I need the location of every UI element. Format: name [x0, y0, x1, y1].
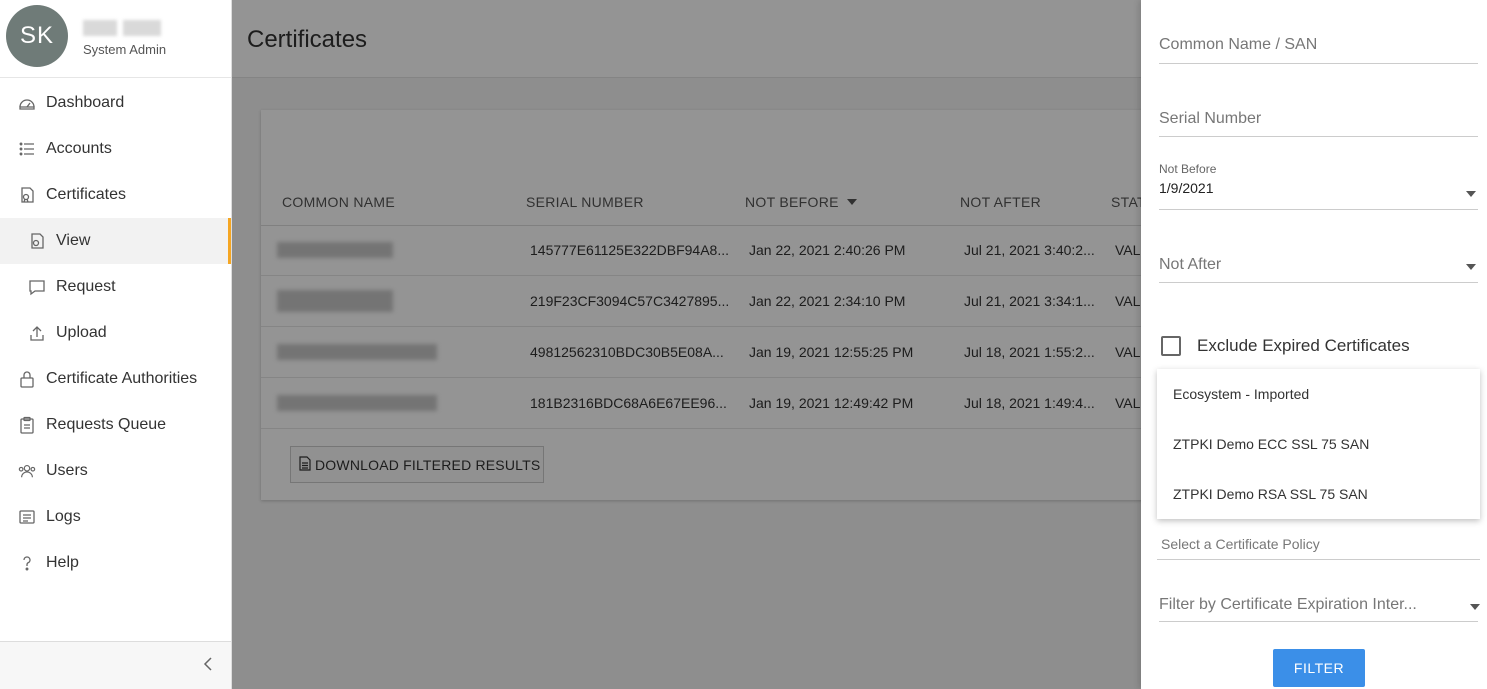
expiration-interval-placeholder: Filter by Certificate Expiration Inter..… [1159, 596, 1417, 613]
sidebar-item-requests-queue[interactable]: Requests Queue [0, 402, 231, 448]
policy-option[interactable]: ZTPKI Demo RSA SSL 75 SAN [1157, 469, 1480, 519]
policy-option[interactable]: Ecosystem - Imported [1157, 369, 1480, 419]
sidebar-item-label: View [56, 232, 91, 249]
sidebar-item-users[interactable]: Users [0, 448, 231, 494]
sidebar-item-label: Upload [56, 324, 107, 341]
user-name-redacted [83, 20, 171, 38]
policy-option[interactable]: ZTPKI Demo ECC SSL 75 SAN [1157, 419, 1480, 469]
sidebar-item-label: Accounts [46, 140, 112, 157]
sidebar-item-accounts[interactable]: Accounts [0, 126, 231, 172]
not-before-label: Not Before [1159, 162, 1217, 176]
policy-dropdown-menu: Ecosystem - Imported ZTPKI Demo ECC SSL … [1157, 369, 1480, 519]
lock-icon [18, 370, 36, 388]
not-after-field[interactable]: Not After [1159, 256, 1478, 283]
sidebar-item-label: Users [46, 462, 88, 479]
users-icon [18, 462, 36, 480]
chat-bubble-icon [28, 278, 46, 296]
clipboard-icon [18, 416, 36, 434]
caret-down-icon [1470, 604, 1480, 610]
not-after-placeholder: Not After [1159, 256, 1222, 273]
filter-button[interactable]: FILTER [1273, 649, 1365, 687]
sidebar-item-upload[interactable]: Upload [0, 310, 231, 356]
sidebar-item-view[interactable]: View [0, 218, 231, 264]
chevron-left-icon [203, 656, 213, 677]
sidebar-item-label: Request [56, 278, 116, 295]
logs-icon [18, 508, 36, 526]
exclude-expired-label: Exclude Expired Certificates [1197, 336, 1410, 355]
expiration-interval-select[interactable]: Filter by Certificate Expiration Inter..… [1159, 596, 1480, 622]
sidebar: SK System Admin Dashboard Accounts Certi… [0, 0, 232, 689]
user-role: System Admin [83, 42, 167, 57]
common-name-field[interactable]: Common Name / SAN [1159, 36, 1478, 64]
certificate-policy-input[interactable] [1157, 528, 1480, 560]
sidebar-item-request[interactable]: Request [0, 264, 231, 310]
sidebar-item-label: Certificate Authorities [46, 370, 198, 387]
not-before-value: 1/9/2021 [1159, 180, 1214, 196]
sidebar-item-certificates[interactable]: Certificates [0, 172, 231, 218]
sidebar-item-label: Certificates [46, 186, 127, 203]
exclude-expired-row[interactable]: Exclude Expired Certificates [1161, 336, 1410, 356]
filter-panel: Common Name / SAN Serial Number Not Befo… [1141, 0, 1487, 689]
caret-down-icon [1466, 191, 1476, 197]
user-profile[interactable]: SK System Admin [0, 0, 231, 78]
dashboard-icon [18, 94, 36, 112]
serial-number-field[interactable]: Serial Number [1159, 110, 1478, 137]
sidebar-item-label: Requests Queue [46, 416, 167, 433]
not-before-field[interactable]: Not Before 1/9/2021 [1159, 162, 1478, 210]
upload-icon [28, 324, 46, 342]
serial-number-placeholder: Serial Number [1159, 110, 1262, 127]
sidebar-nav: Dashboard Accounts Certificates View Req… [0, 78, 231, 586]
certificate-icon [18, 186, 36, 204]
sidebar-item-dashboard[interactable]: Dashboard [0, 80, 231, 126]
sidebar-item-label: Dashboard [46, 94, 125, 111]
help-icon [18, 554, 36, 572]
sidebar-item-logs[interactable]: Logs [0, 494, 231, 540]
avatar[interactable]: SK [6, 5, 68, 67]
sidebar-item-label: Help [46, 554, 79, 571]
certificate-view-icon [28, 232, 46, 250]
common-name-placeholder: Common Name / SAN [1159, 36, 1318, 53]
sidebar-item-certificate-authorities[interactable]: Certificate Authorities [0, 356, 231, 402]
caret-down-icon [1466, 264, 1476, 270]
modal-backdrop[interactable] [232, 0, 1141, 689]
sidebar-footer [0, 641, 231, 689]
list-icon [18, 140, 36, 158]
sidebar-item-label: Logs [46, 508, 81, 525]
collapse-sidebar-button[interactable] [199, 656, 217, 676]
sidebar-item-help[interactable]: Help [0, 540, 231, 586]
exclude-expired-checkbox[interactable] [1161, 336, 1181, 356]
